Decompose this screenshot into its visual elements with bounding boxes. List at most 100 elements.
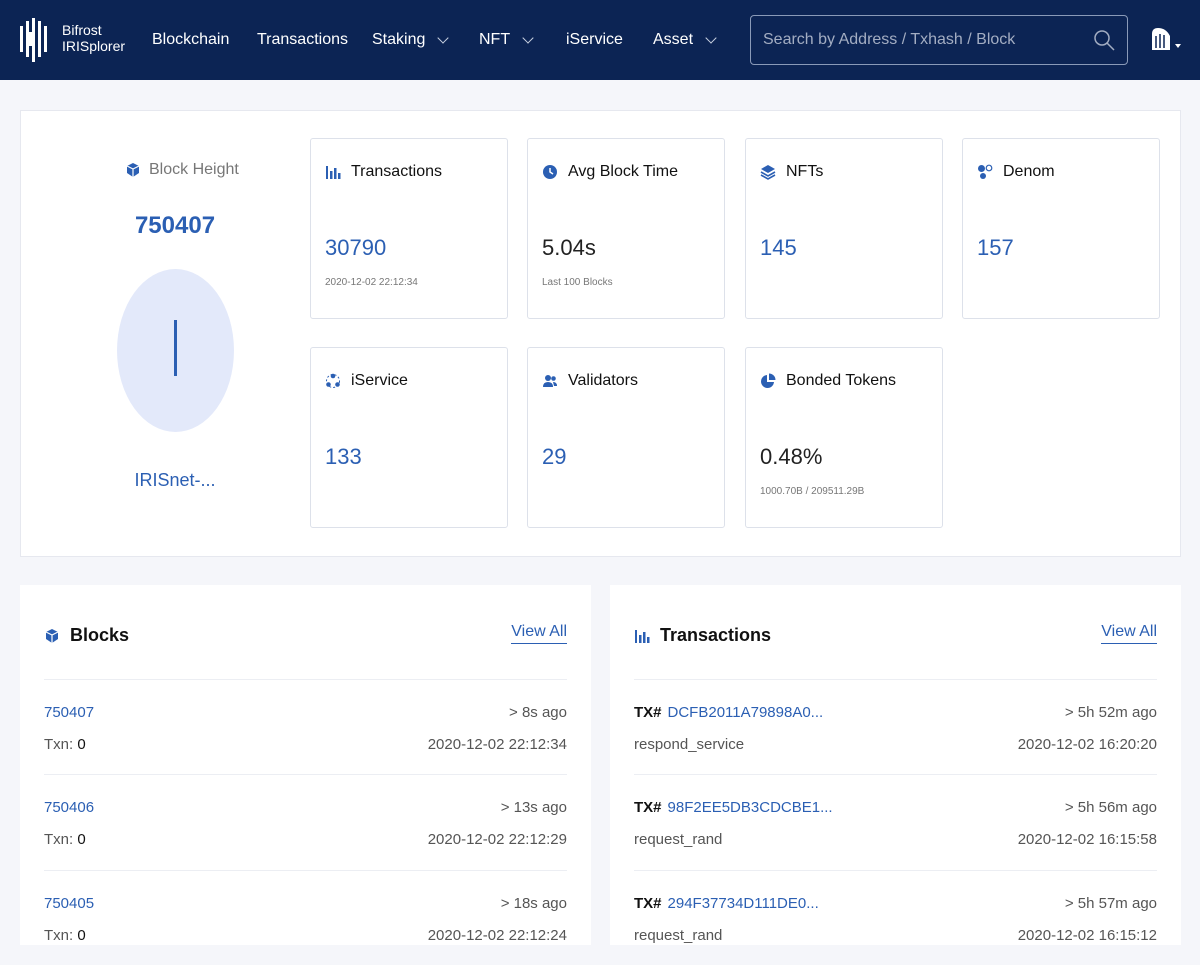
block-height-link[interactable]: 750405 — [44, 895, 94, 912]
block-age: > 18s ago — [500, 895, 567, 912]
nav-label: Staking — [372, 31, 426, 48]
block-time: 2020-12-02 22:12:24 — [427, 927, 567, 944]
tx-hash-link[interactable]: 98F2EE5DB3CDCBE1... — [668, 799, 833, 816]
block-height-link[interactable]: 750407 — [44, 704, 94, 721]
nav-iservice[interactable]: iService — [566, 30, 623, 50]
search-icon[interactable] — [1093, 29, 1115, 51]
tx-prefix: TX# — [634, 704, 662, 721]
bar-chart-icon — [326, 166, 341, 179]
block-row: 750405 > 18s ago Txn: 0 2020-12-02 22:12… — [44, 870, 567, 965]
card-label: Bonded Tokens — [786, 372, 897, 389]
block-height-link[interactable]: 750406 — [44, 799, 94, 816]
card-value: 145 — [760, 235, 797, 260]
pie-icon — [761, 373, 776, 388]
block-time: 2020-12-02 22:12:34 — [427, 736, 567, 753]
tx-type: request_rand — [634, 927, 723, 944]
stat-card-transactions[interactable]: Transactions 30790 2020-12-02 22:12:34 — [310, 138, 508, 319]
panel-title-text: Blocks — [70, 625, 130, 645]
txn-prefix: Txn: — [44, 927, 78, 944]
tx-age: > 5h 56m ago — [1064, 799, 1157, 816]
cube-icon — [45, 628, 59, 643]
tx-hash: TX# 294F37734D111DE0... — [634, 895, 819, 912]
nav-transactions[interactable]: Transactions — [257, 30, 348, 50]
tx-type: request_rand — [634, 831, 723, 848]
tx-prefix: TX# — [634, 895, 662, 912]
stat-card-denom[interactable]: Denom 157 — [962, 138, 1160, 319]
card-header: Bonded Tokens — [760, 372, 896, 390]
cube-icon — [126, 163, 140, 177]
bar-chart-icon — [635, 629, 650, 643]
tx-hash-link[interactable]: 294F37734D111DE0... — [668, 895, 819, 912]
block-txn-count: Txn: 0 — [44, 831, 86, 848]
brand-name[interactable]: Bifrost IRISplorer — [62, 22, 125, 54]
block-height-text: Block Height — [149, 161, 239, 178]
tx-type: respond_service — [634, 736, 745, 753]
nav-blockchain[interactable]: Blockchain — [152, 30, 229, 50]
stat-card-validators[interactable]: Validators 29 — [527, 347, 725, 528]
nav-staking[interactable]: Staking — [372, 30, 450, 50]
search-box — [750, 15, 1128, 65]
card-label: Transactions — [351, 163, 442, 180]
tx-hash: TX# DCFB2011A79898A0... — [634, 704, 823, 721]
card-value: 133 — [325, 444, 362, 469]
block-time: 2020-12-02 22:12:29 — [427, 831, 567, 848]
logo-icon[interactable] — [20, 18, 52, 62]
transactions-title: Transactions — [634, 625, 771, 646]
stat-card-avg-block-time: Avg Block Time 5.04s Last 100 Blocks — [527, 138, 725, 319]
card-value: 157 — [977, 235, 1014, 260]
denom-icon — [978, 164, 993, 179]
nav-asset[interactable]: Asset — [653, 30, 717, 50]
blocks-view-all-link[interactable]: View All — [511, 623, 567, 644]
tx-prefix: TX# — [634, 799, 662, 816]
card-label: Validators — [568, 372, 638, 389]
block-height-value[interactable]: 750407 — [100, 212, 250, 240]
card-subtext: 2020-12-02 22:12:34 — [325, 277, 418, 288]
block-height-label: Block Height — [125, 161, 239, 179]
card-header: NFTs — [760, 163, 823, 181]
block-row: 750407 > 8s ago Txn: 0 2020-12-02 22:12:… — [44, 679, 567, 774]
card-value: 5.04s — [542, 235, 596, 260]
layers-icon — [760, 165, 776, 180]
card-value: 0.48% — [760, 444, 823, 469]
nav-label: Asset — [653, 31, 694, 48]
chain-name[interactable]: IRISnet-... — [100, 470, 250, 491]
card-subtext: 1000.70B / 209511.29B — [760, 486, 865, 497]
blocks-title: Blocks — [44, 625, 129, 646]
nav-label: Blockchain — [152, 31, 230, 48]
card-header: Transactions — [325, 163, 442, 181]
card-value: 30790 — [325, 235, 387, 260]
tx-row: TX# 294F37734D111DE0... > 5h 57m ago requ… — [634, 870, 1157, 965]
top-navbar: Bifrost IRISplorer Blockchain Transactio… — [0, 0, 1200, 80]
nav-nft[interactable]: NFT — [479, 30, 534, 50]
card-subtext: Last 100 Blocks — [542, 277, 613, 288]
tx-time: 2020-12-02 16:20:20 — [1017, 736, 1157, 753]
txn-prefix: Txn: — [44, 831, 78, 848]
brand-line-1: Bifrost — [62, 22, 102, 38]
iservice-icon — [326, 373, 340, 388]
card-label: iService — [351, 372, 408, 389]
txn-count: 0 — [77, 831, 86, 848]
blocks-panel: Blocks View All 750407 > 8s ago Txn: 0 2… — [20, 585, 591, 945]
network-switch-icon[interactable] — [1148, 26, 1184, 54]
tx-time: 2020-12-02 16:15:12 — [1017, 927, 1157, 944]
nav-label: NFT — [479, 31, 511, 48]
card-header: Avg Block Time — [542, 163, 678, 181]
tx-row: TX# DCFB2011A79898A0... > 5h 52m ago resp… — [634, 679, 1157, 774]
stat-card-nfts[interactable]: NFTs 145 — [745, 138, 943, 319]
transactions-view-all-link[interactable]: View All — [1101, 623, 1157, 644]
clock-icon — [543, 165, 557, 179]
panel-title-text: Transactions — [660, 625, 772, 645]
stat-card-iservice[interactable]: iService 133 — [310, 347, 508, 528]
chevron-down-icon — [522, 32, 534, 44]
card-value: 29 — [542, 444, 567, 469]
chevron-down-icon — [437, 32, 450, 44]
block-age: > 13s ago — [500, 799, 567, 816]
search-input[interactable] — [751, 16, 1091, 64]
nav-label: iService — [566, 31, 623, 48]
txn-count: 0 — [77, 736, 86, 753]
tx-row: TX# 98F2EE5DB3CDCBE1... > 5h 56m ago requ… — [634, 774, 1157, 869]
brand-line-2: IRISplorer — [62, 38, 126, 54]
txn-count: 0 — [77, 927, 86, 944]
card-header: Denom — [977, 163, 1055, 181]
tx-hash-link[interactable]: DCFB2011A79898A0... — [668, 704, 824, 721]
